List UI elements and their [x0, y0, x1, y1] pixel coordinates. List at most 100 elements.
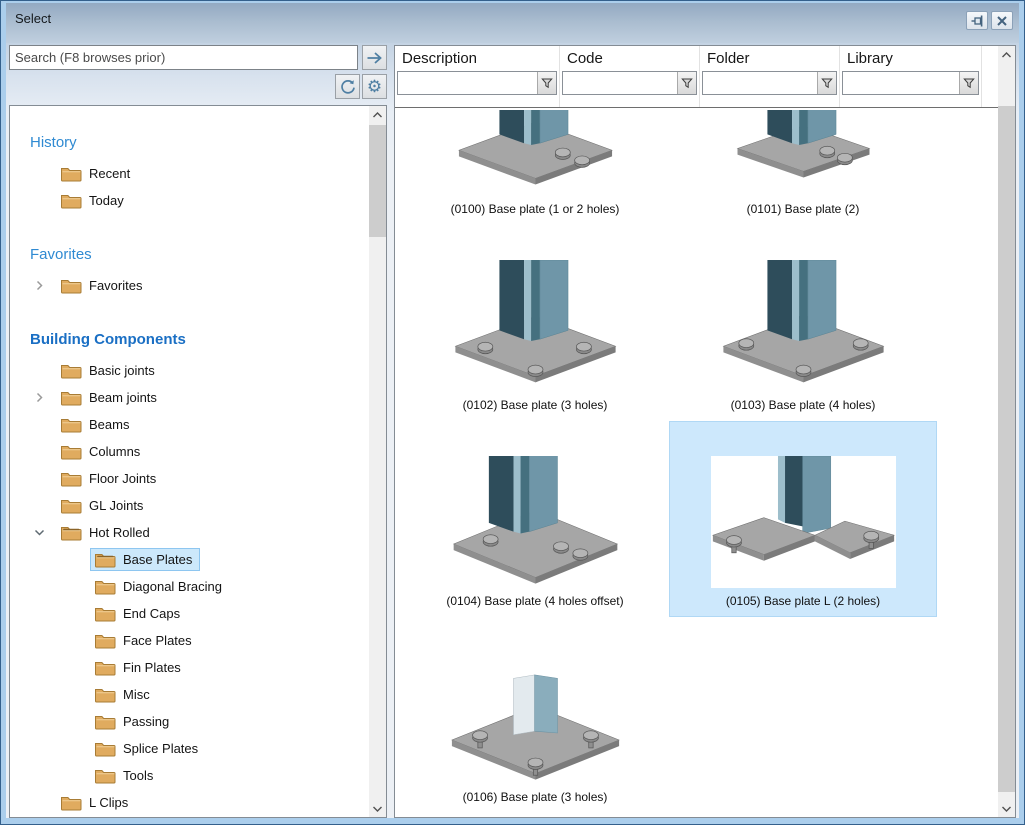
- tree-item-beams[interactable]: Beams: [10, 411, 369, 438]
- scrollbar-thumb[interactable]: [369, 125, 386, 237]
- component-item-0104[interactable]: (0104) Base plate (4 holes offset): [401, 421, 669, 617]
- folder-icon: [94, 659, 116, 676]
- folder-icon: [94, 713, 116, 730]
- column-filter-input[interactable]: [563, 72, 677, 94]
- tree-item-label: Tools: [123, 768, 153, 783]
- folder-tree: History Recent TodayFavorites FavoritesB…: [10, 106, 369, 817]
- column-filter-button[interactable]: [677, 72, 696, 94]
- chevron-right-icon: [34, 392, 45, 403]
- scrollbar-up-button[interactable]: [369, 106, 386, 123]
- tree-item-basic-joints[interactable]: Basic joints: [10, 357, 369, 384]
- folder-icon: [60, 470, 82, 487]
- grid-scrollbar[interactable]: [998, 46, 1015, 817]
- component-caption: (0101) Base plate (2): [747, 202, 860, 216]
- scrollbar-thumb[interactable]: [998, 106, 1015, 792]
- tree-item-tools[interactable]: Tools: [10, 762, 369, 789]
- column-filter-button[interactable]: [959, 72, 978, 94]
- column-header-folder[interactable]: Folder: [700, 46, 840, 107]
- tree-item-passing[interactable]: Passing: [10, 708, 369, 735]
- tree-item-columns[interactable]: Columns: [10, 438, 369, 465]
- folder-icon: [94, 767, 116, 784]
- tree-item-label: Columns: [89, 444, 140, 459]
- column-header-library[interactable]: Library: [840, 46, 982, 107]
- tree-item-label: Beams: [89, 417, 129, 432]
- tree-item-base-plates[interactable]: Base Plates: [10, 546, 369, 573]
- tree-scrollbar[interactable]: [369, 106, 386, 817]
- tree-expander[interactable]: [30, 392, 56, 403]
- scrollbar-up-button[interactable]: [998, 46, 1015, 63]
- panel-title: Select: [15, 11, 51, 26]
- tree-item-label: GL Joints: [89, 498, 143, 513]
- tree-item-fin-plates[interactable]: Fin Plates: [10, 654, 369, 681]
- column-filter-box: [562, 71, 697, 95]
- chevron-down-icon: [34, 527, 45, 538]
- tree-item-label: Floor Joints: [89, 471, 156, 486]
- component-caption: (0102) Base plate (3 holes): [463, 398, 608, 412]
- gear-icon: ⚙: [367, 78, 382, 95]
- folder-icon: [94, 605, 116, 622]
- scrollbar-down-button[interactable]: [998, 800, 1015, 817]
- component-item-0103[interactable]: (0103) Base plate (4 holes): [669, 225, 937, 421]
- settings-button[interactable]: ⚙: [362, 74, 387, 99]
- search-go-button[interactable]: [362, 45, 387, 70]
- tree-item-end-caps[interactable]: End Caps: [10, 600, 369, 627]
- tree-item-label: Face Plates: [123, 633, 192, 648]
- tree-item-floor-joints[interactable]: Floor Joints: [10, 465, 369, 492]
- tree-item-splice-plates[interactable]: Splice Plates: [10, 735, 369, 762]
- column-filter-button[interactable]: [817, 72, 836, 94]
- column-filter-input[interactable]: [703, 72, 817, 94]
- column-header-description[interactable]: Description: [395, 46, 560, 107]
- column-filter-input[interactable]: [843, 72, 959, 94]
- refresh-icon: [340, 79, 356, 95]
- scroll-up-icon: [373, 112, 382, 118]
- component-grid: (0100) Base plate (1 or 2 holes) (0101) …: [395, 109, 998, 817]
- column-header-row: Description Code Folder Library: [395, 46, 998, 108]
- tree-item-l-clips[interactable]: L Clips: [10, 789, 369, 816]
- component-thumbnail: [711, 456, 896, 588]
- folder-icon: [60, 416, 82, 433]
- column-label: Code: [562, 49, 697, 71]
- scroll-down-icon: [1002, 806, 1011, 812]
- component-caption: (0100) Base plate (1 or 2 holes): [451, 202, 620, 216]
- tree-item-hot-rolled[interactable]: Hot Rolled: [10, 519, 369, 546]
- component-item-0106[interactable]: (0106) Base plate (3 holes): [401, 617, 669, 813]
- component-item-0101[interactable]: (0101) Base plate (2): [669, 109, 937, 225]
- folder-icon: [60, 362, 82, 379]
- search-input[interactable]: [9, 45, 358, 70]
- scrollbar-down-button[interactable]: [369, 800, 386, 817]
- component-item-0100[interactable]: (0100) Base plate (1 or 2 holes): [401, 109, 669, 225]
- tree-section-header: Building Components: [10, 329, 369, 351]
- component-thumbnail-image: [443, 652, 628, 784]
- tree-item-today[interactable]: Today: [10, 187, 369, 214]
- tree-item-favorites[interactable]: Favorites: [10, 272, 369, 299]
- close-button[interactable]: [991, 11, 1013, 30]
- column-header-code[interactable]: Code: [560, 46, 700, 107]
- titlebar[interactable]: Select: [6, 3, 1019, 43]
- tree-item-label: End Caps: [123, 606, 180, 621]
- folder-icon: [60, 497, 82, 514]
- component-thumbnail: [711, 110, 896, 196]
- tree-section-header: Favorites: [10, 244, 369, 266]
- tree-item-label: Fin Plates: [123, 660, 181, 675]
- scroll-down-icon: [373, 806, 382, 812]
- component-item-0102[interactable]: (0102) Base plate (3 holes): [401, 225, 669, 421]
- tree-expander[interactable]: [30, 527, 56, 538]
- filter-funnel-icon: [681, 77, 693, 89]
- tree-item-face-plates[interactable]: Face Plates: [10, 627, 369, 654]
- tree-item-beam-joints[interactable]: Beam joints: [10, 384, 369, 411]
- tree-item-label: Recent: [89, 166, 130, 181]
- tree-item-recent[interactable]: Recent: [10, 160, 369, 187]
- tree-expander[interactable]: [30, 280, 56, 291]
- tree-item-diagonal-bracing[interactable]: Diagonal Bracing: [10, 573, 369, 600]
- refresh-button[interactable]: [335, 74, 360, 99]
- column-filter-button[interactable]: [537, 72, 556, 94]
- auto-hide-pin-button[interactable]: [966, 11, 988, 30]
- folder-icon: [94, 686, 116, 703]
- tree-item-gl-joints[interactable]: GL Joints: [10, 492, 369, 519]
- column-filter-input[interactable]: [398, 72, 537, 94]
- tree-item-misc[interactable]: Misc: [10, 681, 369, 708]
- close-icon: [997, 16, 1007, 26]
- component-thumbnail-image: [711, 110, 896, 196]
- component-thumbnail: [443, 456, 628, 588]
- component-item-0105[interactable]: (0105) Base plate L (2 holes): [669, 421, 937, 617]
